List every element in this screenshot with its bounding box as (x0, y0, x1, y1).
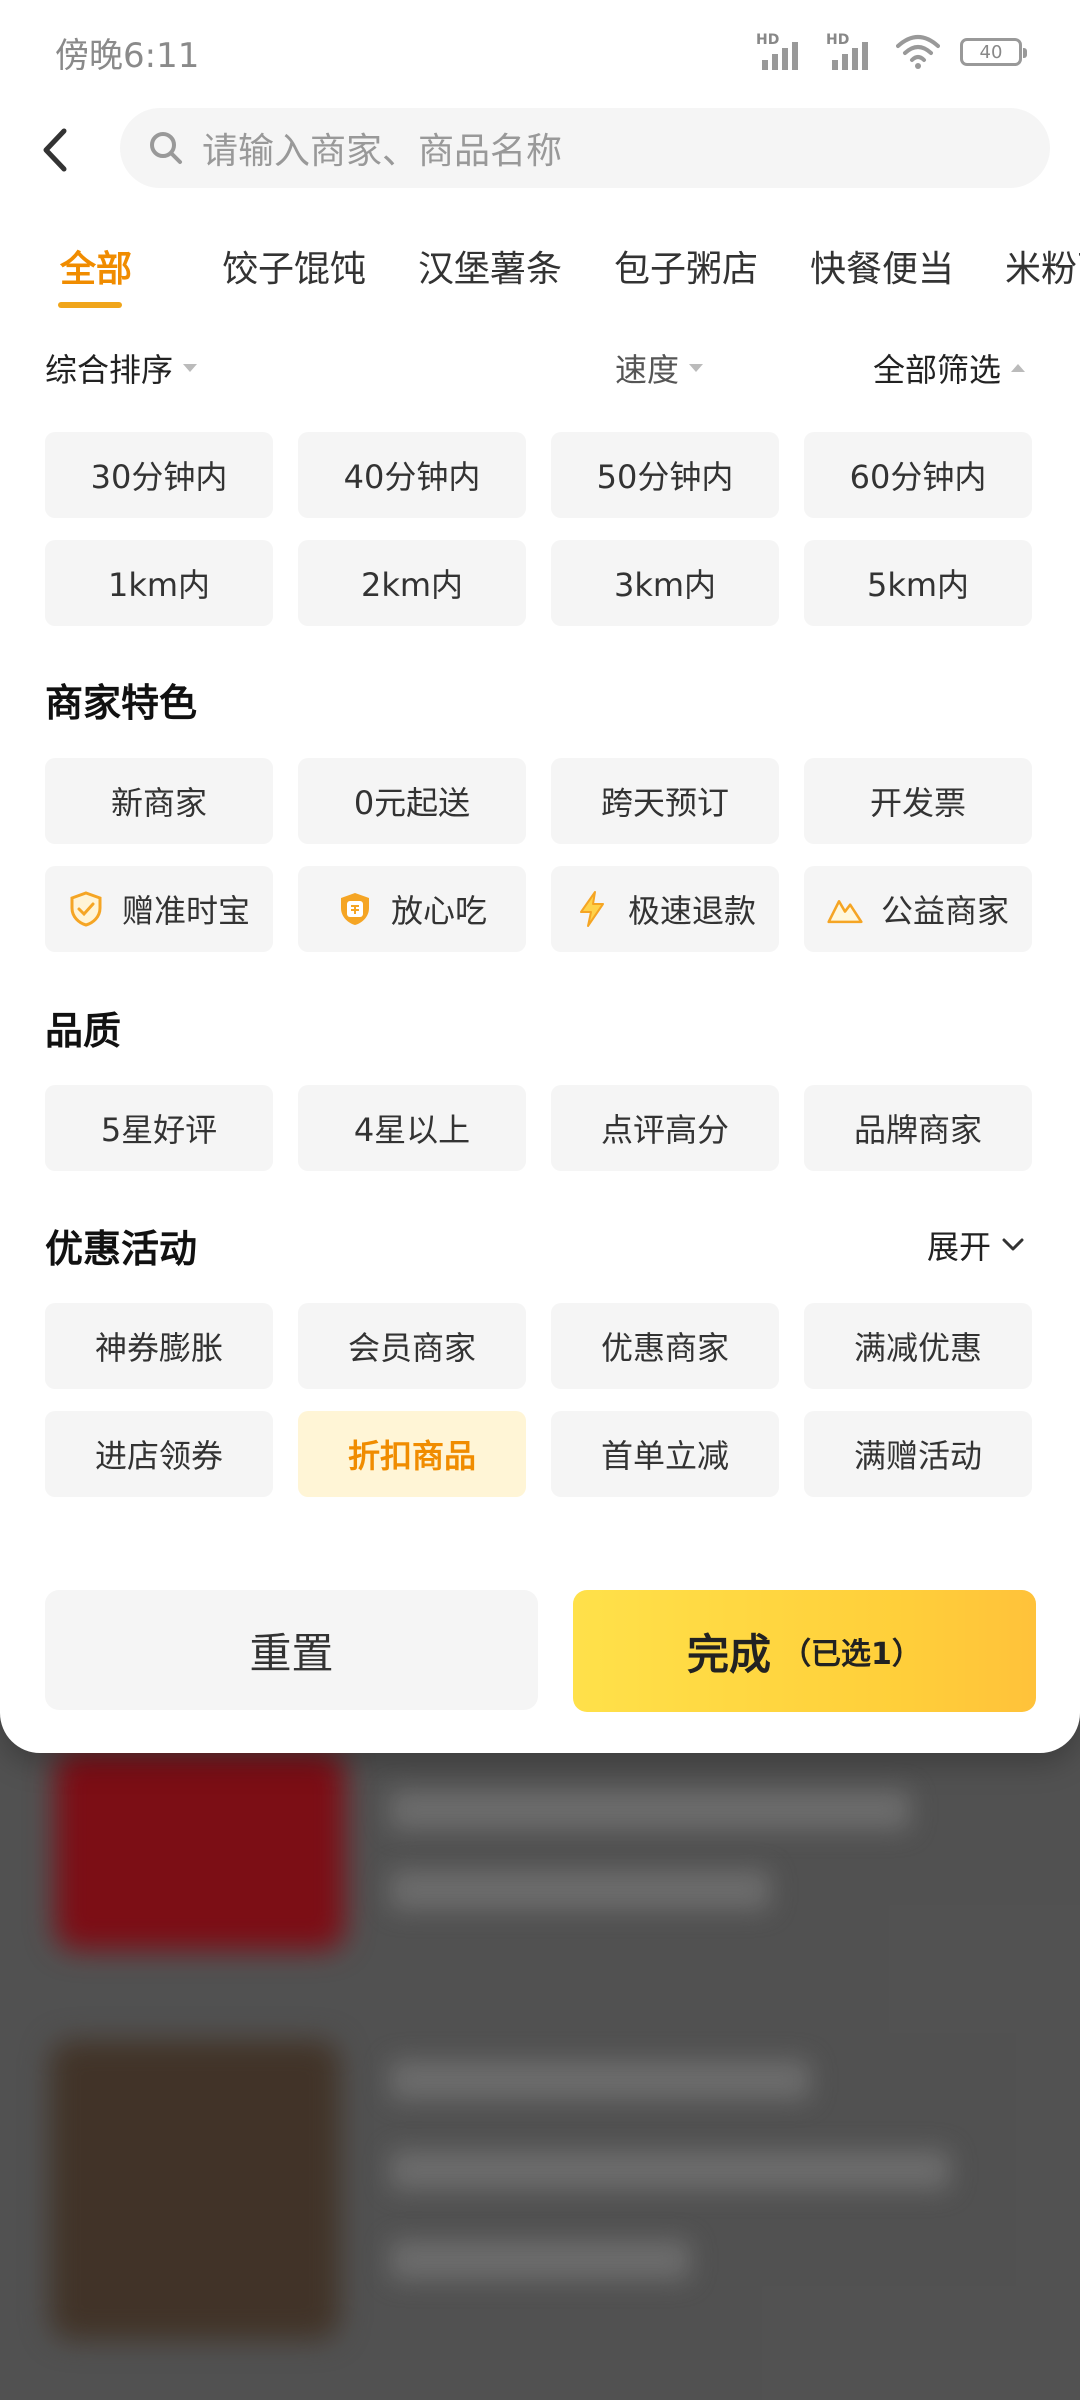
background-restaurant-list (0, 1700, 1080, 2400)
chip-invoice[interactable]: 开发票 (804, 758, 1032, 844)
chip-distance-3km[interactable]: 3km内 (551, 540, 779, 626)
chip-label: 放心吃 (390, 892, 487, 930)
active-tab-indicator (58, 302, 122, 308)
triangle-up-icon (1011, 364, 1026, 372)
shield-check-icon (68, 891, 104, 927)
chip-next-day-order[interactable]: 跨天预订 (551, 758, 779, 844)
section-title-quality: 品质 (45, 1009, 122, 1053)
category-tabs: 全部 饺子馄饨 汉堡薯条 包子粥店 快餐便当 米粉面馆 (0, 230, 1080, 320)
chip-label: 极速退款 (627, 892, 756, 930)
reset-button[interactable]: 重置 (45, 1590, 538, 1710)
chip-high-rating[interactable]: 点评高分 (551, 1085, 779, 1171)
tab-dumplings[interactable]: 饺子馄饨 (222, 240, 366, 292)
search-input[interactable]: 请输入商家、商品名称 (120, 108, 1050, 188)
chip-time-30[interactable]: 30分钟内 (45, 432, 273, 518)
wifi-icon (896, 35, 940, 69)
tab-burgers[interactable]: 汉堡薯条 (418, 240, 562, 292)
chip-time-40[interactable]: 40分钟内 (298, 432, 526, 518)
chip-distance-2km[interactable]: 2km内 (298, 540, 526, 626)
filter-panel: 傍晚6:11 HD HD 40 请输入商家、商品名称 全部 饺子馄饨 汉堡薯条 … (0, 0, 1080, 1753)
tab-rice-noodles[interactable]: 米粉面馆 (1005, 240, 1080, 292)
chip-full-reduction[interactable]: 满减优惠 (804, 1303, 1032, 1389)
status-bar: 傍晚6:11 HD HD 40 (0, 0, 1080, 100)
tab-all[interactable]: 全部 (60, 240, 132, 292)
chip-label: 公益商家 (880, 892, 1009, 930)
chip-new-merchant[interactable]: 新商家 (45, 758, 273, 844)
search-icon (150, 132, 182, 164)
status-icons: HD HD 40 (756, 32, 1027, 72)
chip-member-merchant[interactable]: 会员商家 (298, 1303, 526, 1389)
speed-sort[interactable]: 速度 (615, 345, 704, 391)
signal-icon: HD (756, 32, 806, 72)
triangle-down-icon (689, 364, 704, 372)
sort-dropdown[interactable]: 综合排序 (45, 345, 198, 391)
battery-icon: 40 (960, 38, 1027, 66)
tab-fast-food[interactable]: 快餐便当 (810, 240, 954, 292)
quality-grid: 5星好评 4星以上 点评高分 品牌商家 (45, 1085, 1035, 1171)
chip-zero-min-delivery[interactable]: 0元起送 (298, 758, 526, 844)
merchant-features-grid: 新商家 0元起送 跨天预订 开发票 赠准时宝 放心吃 极速退款 公益商家 (45, 758, 1035, 952)
chip-safe-eating[interactable]: 放心吃 (298, 866, 526, 952)
section-title-promotions: 优惠活动 (45, 1227, 198, 1271)
chip-on-time-guarantee[interactable]: 赠准时宝 (45, 866, 273, 952)
triangle-down-icon (183, 364, 198, 372)
chip-label: 赠准时宝 (121, 892, 250, 930)
expand-toggle[interactable]: 展开 (927, 1222, 1025, 1268)
chip-store-coupon[interactable]: 进店领券 (45, 1411, 273, 1497)
shield-bao-icon (337, 891, 373, 927)
chip-charity-merchant[interactable]: 公益商家 (804, 866, 1032, 952)
promotions-grid: 神券膨胀 会员商家 优惠商家 满减优惠 进店领券 折扣商品 首单立减 满赠活动 (45, 1303, 1035, 1497)
search-placeholder: 请输入商家、商品名称 (202, 131, 563, 172)
chip-fast-refund[interactable]: 极速退款 (551, 866, 779, 952)
expand-label: 展开 (926, 1228, 991, 1266)
selected-count: （已选1） (781, 1637, 922, 1672)
status-time: 傍晚6:11 (55, 36, 200, 76)
chip-time-50[interactable]: 50分钟内 (551, 432, 779, 518)
dim-overlay[interactable] (0, 1700, 1080, 2400)
chip-discount-merchant[interactable]: 优惠商家 (551, 1303, 779, 1389)
chip-first-order-discount[interactable]: 首单立减 (551, 1411, 779, 1497)
done-button[interactable]: 完成 （已选1） (573, 1590, 1036, 1712)
chip-coupon-boost[interactable]: 神券膨胀 (45, 1303, 273, 1389)
sort-label: 综合排序 (45, 351, 174, 389)
chevron-left-icon (43, 128, 67, 172)
chip-brand-merchant[interactable]: 品牌商家 (804, 1085, 1032, 1171)
chevron-down-icon (1002, 1238, 1024, 1251)
mountain-icon (827, 891, 863, 927)
speed-label: 速度 (615, 351, 680, 389)
chip-distance-5km[interactable]: 5km内 (804, 540, 1032, 626)
chip-discount-items-selected[interactable]: 折扣商品 (298, 1411, 526, 1497)
chip-4-star-plus[interactable]: 4星以上 (298, 1085, 526, 1171)
time-filter-grid: 30分钟内 40分钟内 50分钟内 60分钟内 1km内 2km内 3km内 5… (45, 432, 1035, 626)
section-title-merchant-features: 商家特色 (45, 681, 198, 725)
chip-distance-1km[interactable]: 1km内 (45, 540, 273, 626)
done-label: 完成 (687, 1629, 772, 1679)
battery-level: 40 (979, 41, 1003, 63)
chip-5-star[interactable]: 5星好评 (45, 1085, 273, 1171)
all-filter-label: 全部筛选 (873, 351, 1002, 389)
chip-gift-promotion[interactable]: 满赠活动 (804, 1411, 1032, 1497)
back-button[interactable] (40, 120, 80, 180)
chip-time-60[interactable]: 60分钟内 (804, 432, 1032, 518)
tab-buns-porridge[interactable]: 包子粥店 (614, 240, 758, 292)
lightning-icon (574, 891, 610, 927)
signal-icon: HD (826, 32, 876, 72)
all-filter-toggle[interactable]: 全部筛选 (873, 345, 1026, 391)
